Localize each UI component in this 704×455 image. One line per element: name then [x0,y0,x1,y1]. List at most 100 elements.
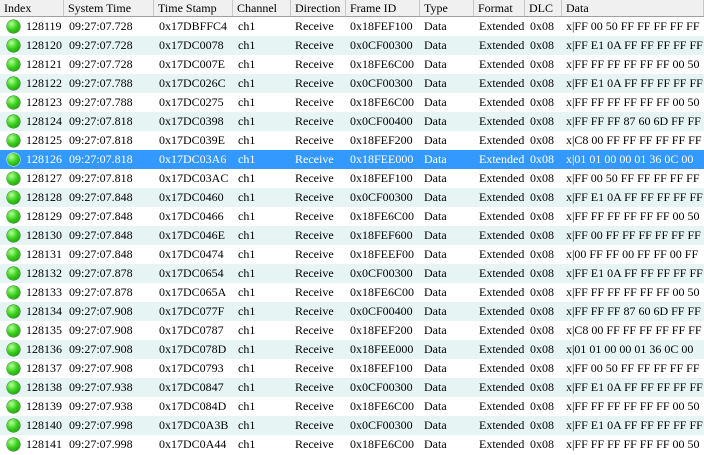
cell-type: Data [424,266,447,280]
column-header-system-time[interactable]: System Time [64,0,154,16]
cell-format: Extended [479,323,525,337]
green-status-dot-icon [7,191,20,204]
cell-channel: ch1 [238,399,256,413]
column-header-channel[interactable]: Channel [233,0,291,16]
cell-format: Extended [479,171,525,185]
cell-format: Extended [479,38,525,52]
table-row[interactable]: 128131 09:27:07.848 0x17DC0474 ch1 Receive 0x… [0,245,704,264]
table-row[interactable]: 128121 09:27:07.728 0x17DC007E ch1 Receive 0x… [0,55,704,74]
cell-time-stamp: 0x17DC078D [159,342,227,356]
green-status-dot-icon [7,96,20,109]
cell-direction: Receive [295,171,334,185]
cell-format: Extended [479,380,525,394]
column-header-time-stamp[interactable]: Time Stamp [154,0,233,16]
table-row[interactable]: 128126 09:27:07.818 0x17DC03A6 ch1 Receive 0x… [0,150,704,169]
column-header-frame-id[interactable]: Frame ID [346,0,420,16]
table-row[interactable]: 128120 09:27:07.728 0x17DC0078 ch1 Receive 0x… [0,36,704,55]
cell-data: x|00 FF FF 00 FF FF 00 FF [566,247,699,261]
cell-type: Data [424,57,447,71]
cell-time-stamp: 0x17DC0787 [159,323,224,337]
cell-frame-id: 0x18FE6C00 [350,399,415,413]
cell-frame-id: 0x18FEF200 [350,133,413,147]
table-row[interactable]: 128135 09:27:07.908 0x17DC0787 ch1 Receive 0x… [0,321,704,340]
cell-frame-id: 0x18FEE000 [350,342,414,356]
table-row[interactable]: 128124 09:27:07.818 0x17DC0398 ch1 Receive 0x… [0,112,704,131]
table-row[interactable]: 128130 09:27:07.848 0x17DC046E ch1 Receive 0x… [0,226,704,245]
cell-dlc: 0x08 [530,285,554,299]
table-row[interactable]: 128137 09:27:07.908 0x17DC0793 ch1 Receive 0x… [0,359,704,378]
table-row[interactable]: 128141 09:27:07.998 0x17DC0A44 ch1 Receive 0x… [0,435,704,454]
column-header-index[interactable]: Index [0,0,64,16]
cell-type: Data [424,38,447,52]
table-row[interactable]: 128129 09:27:07.848 0x17DC0466 ch1 Receive 0x… [0,207,704,226]
green-status-dot-icon [7,153,20,166]
table-row[interactable]: 128140 09:27:07.998 0x17DC0A3B ch1 Receive 0x… [0,416,704,435]
can-message-table: Index System Time Time Stamp Channel Directi… [0,0,704,455]
table-row[interactable]: 128136 09:27:07.908 0x17DC078D ch1 Receive 0x… [0,340,704,359]
cell-dlc: 0x08 [530,76,554,90]
cell-direction: Receive [295,418,334,432]
cell-direction: Receive [295,361,334,375]
cell-type: Data [424,342,447,356]
table-row[interactable]: 128134 09:27:07.908 0x17DC077F ch1 Receive 0x… [0,302,704,321]
cell-channel: ch1 [238,418,256,432]
cell-format: Extended [479,209,525,223]
cell-direction: Receive [295,19,334,33]
table-row[interactable]: 128125 09:27:07.818 0x17DC039E ch1 Receive 0x… [0,131,704,150]
table-row[interactable]: 128119 09:27:07.728 0x17DBFFC4 ch1 Receive 0x… [0,17,704,36]
cell-type: Data [424,190,447,204]
table-row[interactable]: 128138 09:27:07.938 0x17DC0847 ch1 Receive 0x… [0,378,704,397]
cell-time-stamp: 0x17DC084D [159,399,227,413]
cell-data: x|FF E1 0A FF FF FF FF FF [566,76,703,90]
cell-dlc: 0x08 [530,418,554,432]
green-status-dot-icon [7,324,20,337]
green-status-dot-icon [7,229,20,242]
table-row[interactable]: 128133 09:27:07.878 0x17DC065A ch1 Receive 0x… [0,283,704,302]
cell-direction: Receive [295,437,334,451]
cell-dlc: 0x08 [530,247,554,261]
table-row[interactable]: 128122 09:27:07.788 0x17DC026C ch1 Receive 0x… [0,74,704,93]
table-row[interactable]: 128128 09:27:07.848 0x17DC0460 ch1 Receive 0x… [0,188,704,207]
cell-frame-id: 0x18FE6C00 [350,209,415,223]
cell-format: Extended [479,95,525,109]
cell-channel: ch1 [238,380,256,394]
cell-data: x|FF E1 0A FF FF FF FF FF [566,38,703,52]
cell-format: Extended [479,228,525,242]
cell-data: x|01 01 00 00 01 36 0C 00 [566,152,694,166]
table-row[interactable]: 128132 09:27:07.878 0x17DC0654 ch1 Receive 0x… [0,264,704,283]
cell-frame-id: 0x18FEE000 [350,152,414,166]
column-header-format[interactable]: Format [474,0,525,16]
cell-dlc: 0x08 [530,209,554,223]
cell-direction: Receive [295,57,334,71]
cell-direction: Receive [295,95,334,109]
green-status-dot-icon [7,210,20,223]
cell-format: Extended [479,114,525,128]
column-header-direction[interactable]: Direction [291,0,346,16]
cell-index: 128128 [26,190,62,204]
cell-channel: ch1 [238,361,256,375]
cell-direction: Receive [295,247,334,261]
cell-channel: ch1 [238,342,256,356]
cell-dlc: 0x08 [530,38,554,52]
table-row[interactable]: 128123 09:27:07.788 0x17DC0275 ch1 Receive 0x… [0,93,704,112]
cell-channel: ch1 [238,247,256,261]
cell-system-time: 09:27:07.848 [69,209,133,223]
table-row[interactable]: 128127 09:27:07.818 0x17DC03AC ch1 Receive 0x… [0,169,704,188]
cell-channel: ch1 [238,38,256,52]
column-header-data[interactable]: Data [562,0,704,16]
table-row[interactable]: 128139 09:27:07.938 0x17DC084D ch1 Receive 0x… [0,397,704,416]
cell-format: Extended [479,190,525,204]
cell-system-time: 09:27:07.878 [69,285,133,299]
cell-system-time: 09:27:07.908 [69,342,133,356]
column-header-type[interactable]: Type [420,0,474,16]
column-header-dlc[interactable]: DLC [525,0,562,16]
cell-time-stamp: 0x17DC0847 [159,380,224,394]
cell-time-stamp: 0x17DC0654 [159,266,224,280]
cell-channel: ch1 [238,323,256,337]
cell-frame-id: 0x18FEF100 [350,361,413,375]
cell-data: x|FF FF FF FF FF FF 00 50 [566,437,700,451]
cell-index: 128119 [26,19,62,33]
cell-index: 128141 [26,437,62,451]
cell-format: Extended [479,266,525,280]
cell-channel: ch1 [238,114,256,128]
